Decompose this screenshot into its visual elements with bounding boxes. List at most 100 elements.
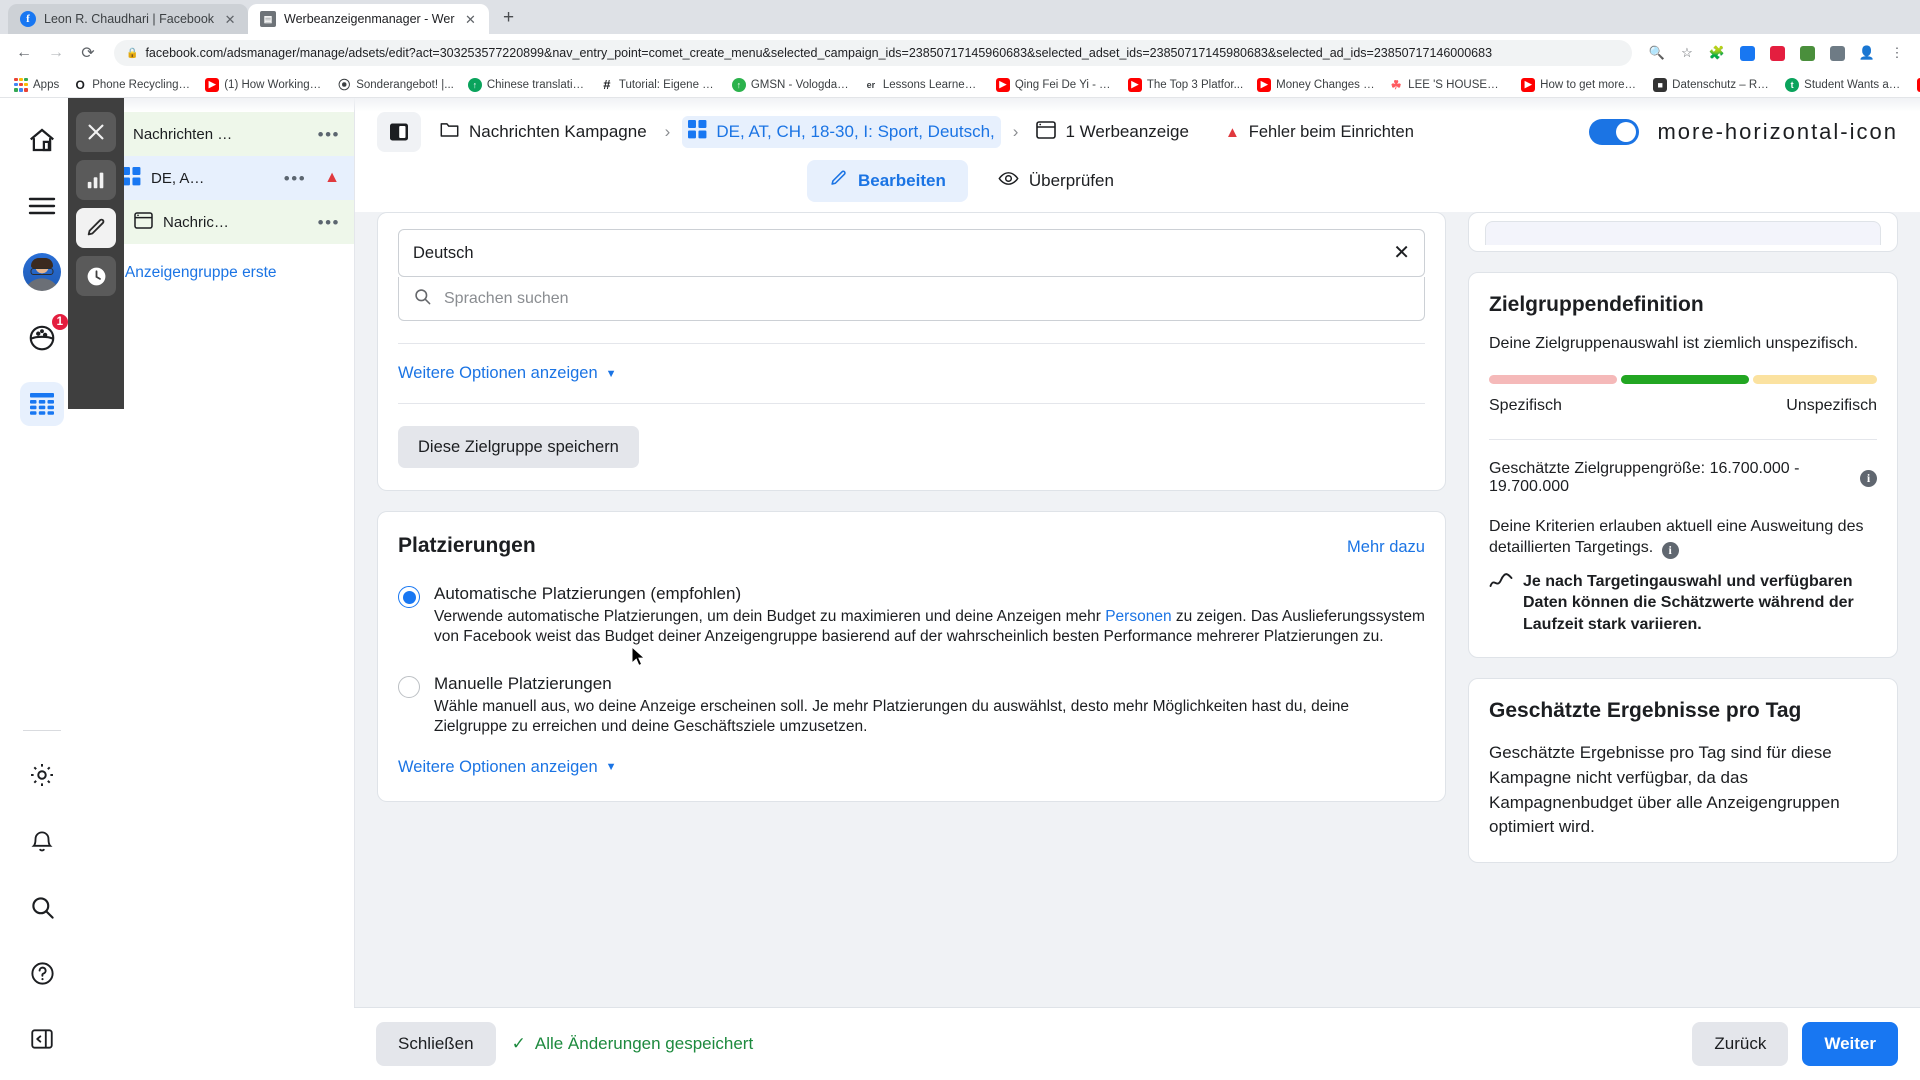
placements-learn-more-link[interactable]: Mehr dazu — [1347, 538, 1425, 557]
close-icon[interactable] — [76, 112, 116, 152]
bookmark-item-3[interactable]: ⦿ Sonderangebot! |... — [331, 76, 460, 94]
clock-icon[interactable] — [76, 256, 116, 296]
hamburger-menu-icon[interactable] — [20, 184, 64, 228]
extension-icon-2[interactable] — [1764, 40, 1790, 66]
side-panel-toggle-icon[interactable] — [377, 112, 421, 152]
close-button[interactable]: Schließen — [376, 1021, 496, 1066]
breadcrumb-campaign[interactable]: Nachrichten Kampagne — [433, 116, 653, 148]
adset-grid-icon — [688, 120, 707, 144]
bookmark-item-8[interactable]: ▶ Qing Fei De Yi - Y... — [990, 76, 1120, 94]
desc-part-1: Verwende automatische Platzierungen, um … — [434, 608, 1106, 625]
bookmark-item-15[interactable]: ▶ (2) How To Add A... — [1911, 76, 1920, 94]
bell-icon[interactable] — [20, 819, 64, 863]
more-horizontal-icon[interactable]: ••• — [318, 126, 340, 143]
collapse-panel-icon[interactable] — [20, 1017, 64, 1061]
bookmark-item-2[interactable]: ▶ (1) How Working a... — [199, 76, 329, 94]
estimated-results-body: Geschätzte Ergebnisse pro Tag sind für d… — [1489, 743, 1840, 837]
reload-button[interactable]: ⟳ — [74, 39, 102, 67]
more-vertical-icon[interactable]: ⋮ — [1884, 40, 1910, 66]
bookmark-item-9[interactable]: ▶ The Top 3 Platfor... — [1122, 76, 1249, 94]
breadcrumb-ad[interactable]: 1 Werbeanzeige — [1030, 117, 1195, 148]
show-more-options-targeting[interactable]: Weitere Optionen anzeigen ▼ — [398, 344, 1425, 383]
address-bar[interactable]: 🔒 facebook.com/adsmanager/manage/adsets/… — [114, 40, 1632, 66]
chevron-down-icon: ▼ — [605, 367, 617, 380]
cookie-icon[interactable]: 1 — [20, 312, 70, 360]
browser-tab-adsmanager[interactable]: ▤ Werbeanzeigenmanager - Wer ✕ — [248, 4, 489, 34]
circle-check-icon: ⦿ — [337, 77, 352, 92]
bookmark-item-11[interactable]: ☘ LEE 'S HOUSE—... — [1383, 76, 1513, 94]
bookmark-item-10[interactable]: ▶ Money Changes E... — [1251, 76, 1381, 94]
home-icon[interactable] — [20, 118, 64, 162]
language-search-input[interactable]: Sprachen suchen — [398, 277, 1425, 321]
bookmark-apps[interactable]: Apps — [8, 76, 65, 94]
more-horizontal-icon[interactable]: ••• — [318, 214, 340, 231]
search-icon[interactable] — [20, 885, 64, 929]
placement-option-desc: Verwende automatische Platzierungen, um … — [434, 607, 1425, 648]
bookmark-label: The Top 3 Platfor... — [1146, 78, 1244, 91]
mouse-cursor — [631, 645, 647, 673]
more-horizontal-icon[interactable]: ••• — [284, 170, 306, 187]
personen-link[interactable]: Personen — [1105, 608, 1171, 625]
breadcrumb: Nachrichten Kampagne › DE, AT, CH, 18-30… — [377, 108, 1898, 156]
new-tab-button[interactable]: + — [495, 4, 523, 32]
breadcrumb-adset[interactable]: DE, AT, CH, 18-30, I: Sport, Deutsch, — [682, 116, 1001, 148]
status-badge: ▲ Fehler beim Einrichten — [1225, 123, 1414, 142]
editor-scroll-area[interactable]: Deutsch ✕ Sprachen suchen Weitere Option… — [0, 98, 1920, 1079]
back-button[interactable]: Zurück — [1692, 1021, 1789, 1066]
table-grid-icon[interactable] — [20, 382, 64, 426]
variance-note: Je nach Targetingauswahl und verfügbaren… — [1489, 571, 1877, 635]
bookmark-item-1[interactable]: O Phone Recycling,... — [67, 76, 197, 94]
chevron-down-icon: ▼ — [605, 761, 617, 774]
browser-tab-facebook[interactable]: f Leon R. Chaudhari | Facebook ✕ — [8, 4, 249, 34]
zoom-icon[interactable]: 🔍 — [1644, 40, 1670, 66]
back-button[interactable]: ← — [10, 39, 38, 67]
save-audience-button[interactable]: Diese Zielgruppe speichern — [398, 426, 639, 468]
add-adset-button[interactable]: + Anzeigengruppe erste — [84, 244, 354, 284]
tree-item-campaign[interactable]: Nachrichten … ••• — [84, 112, 354, 156]
bookmark-item-12[interactable]: ▶ How to get more v... — [1515, 76, 1645, 94]
radio-manual[interactable] — [398, 675, 420, 698]
help-icon[interactable] — [20, 951, 64, 995]
close-icon[interactable]: ✕ — [222, 11, 238, 27]
bookmark-item-5[interactable]: # Tutorial: Eigene Fa... — [594, 76, 724, 94]
placement-option-automatic[interactable]: Automatische Platzierungen (empfohlen) V… — [398, 584, 1425, 648]
tree-item-adset[interactable]: DE, A… ••• ▲ — [84, 156, 354, 200]
close-icon[interactable]: ✕ — [1393, 243, 1410, 263]
close-icon[interactable]: ✕ — [463, 11, 479, 27]
adset-active-toggle[interactable] — [1589, 119, 1640, 145]
bookmark-item-6[interactable]: ↑ GMSN - Vologda,... — [726, 76, 856, 94]
tree-item-ad[interactable]: Nachric… ••• — [84, 200, 354, 244]
extension-icon-1[interactable] — [1734, 40, 1760, 66]
extension-icon-4[interactable] — [1824, 40, 1850, 66]
tab-bearbeiten[interactable]: Bearbeiten — [807, 160, 968, 202]
extension-icon-3[interactable] — [1794, 40, 1820, 66]
language-selected-field[interactable]: Deutsch ✕ — [398, 229, 1425, 277]
info-icon[interactable]: i — [1860, 469, 1877, 487]
avatar-hair — [31, 258, 53, 269]
tab-label: Bearbeiten — [858, 171, 946, 190]
bookmark-item-7[interactable]: er Lessons Learned f... — [858, 76, 988, 94]
show-more-options-placements[interactable]: Weitere Optionen anzeigen ▼ — [398, 738, 1425, 777]
pencil-icon[interactable] — [76, 208, 116, 248]
gear-icon[interactable] — [20, 753, 64, 797]
forward-button[interactable]: → — [42, 39, 70, 67]
more-horizontal-icon[interactable]: more-horizontal-icon — [1657, 121, 1898, 143]
tab-ueberpruefen[interactable]: Überprüfen — [976, 160, 1136, 202]
placement-option-manual[interactable]: Manuelle Platzierungen Wähle manuell aus… — [398, 674, 1425, 738]
search-icon — [413, 287, 432, 311]
avatar[interactable] — [20, 250, 64, 294]
bookmark-star-icon[interactable]: ☆ — [1674, 40, 1700, 66]
avatar-glasses — [30, 268, 54, 276]
placements-card: Platzierungen Mehr dazu Automatische Pla… — [377, 511, 1446, 802]
bookmark-item-14[interactable]: t Student Wants an... — [1779, 76, 1909, 94]
editor-footer: Schließen ✓ Alle Änderungen gespeichert … — [354, 1007, 1920, 1079]
profile-icon[interactable]: 👤 — [1854, 40, 1880, 66]
chart-bars-icon[interactable] — [76, 160, 116, 200]
bookmark-item-4[interactable]: ↑ Chinese translatio... — [462, 76, 592, 94]
radio-automatic[interactable] — [398, 586, 420, 608]
bookmark-item-13[interactable]: ■ Datenschutz – Re... — [1647, 76, 1777, 94]
extension-puzzle-icon[interactable]: 🧩 — [1704, 40, 1730, 66]
next-button[interactable]: Weiter — [1802, 1021, 1898, 1066]
info-icon[interactable]: i — [1661, 541, 1679, 559]
tab-strip: f Leon R. Chaudhari | Facebook ✕ ▤ Werbe… — [0, 0, 1920, 34]
